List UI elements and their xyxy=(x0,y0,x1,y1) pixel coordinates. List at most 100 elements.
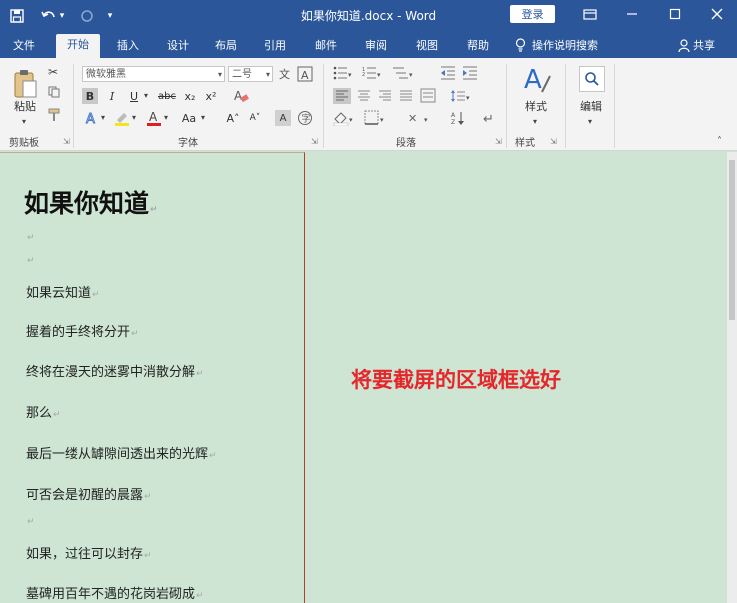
align-center-icon[interactable] xyxy=(356,88,372,108)
styles-launcher-icon[interactable]: ⇲ xyxy=(550,137,557,146)
enclose-character-icon[interactable]: 字 xyxy=(297,110,313,130)
font-size-dropdown-icon[interactable]: ▾ xyxy=(266,67,270,83)
maximize-icon[interactable] xyxy=(655,0,695,28)
svg-text:▾: ▾ xyxy=(409,71,413,79)
svg-text:A: A xyxy=(234,89,243,103)
styles-button-label[interactable]: 样式 xyxy=(518,98,554,114)
show-marks-icon[interactable]: ↵ xyxy=(482,110,496,130)
close-icon[interactable] xyxy=(697,0,737,28)
font-color-dropdown-icon[interactable]: ▾ xyxy=(164,110,168,126)
document-heading[interactable]: 如果你知道↵ xyxy=(24,184,158,220)
login-button[interactable]: 登录 xyxy=(510,5,555,23)
cut-icon[interactable]: ✂ xyxy=(48,64,58,80)
save-icon[interactable] xyxy=(6,5,28,27)
line-spacing-icon[interactable]: ▾ xyxy=(450,88,470,108)
justify-icon[interactable] xyxy=(398,88,414,108)
text-effects-icon[interactable]: A xyxy=(84,110,100,130)
document-line[interactable]: 握着的手终将分开↵ xyxy=(26,321,139,340)
change-case-button[interactable]: Aa xyxy=(178,110,200,126)
tab-view[interactable]: 视图 xyxy=(409,36,445,58)
document-line[interactable]: 终将在漫天的迷雾中消散分解↵ xyxy=(26,361,204,380)
strikethrough-button[interactable]: abc xyxy=(156,88,178,104)
increase-indent-icon[interactable] xyxy=(462,66,478,84)
document-line[interactable]: ↵ xyxy=(26,513,35,528)
distributed-icon[interactable] xyxy=(420,88,436,108)
document-line[interactable]: 墓碑用百年不遇的花岗岩砌成↵ xyxy=(26,583,204,602)
scrollbar-thumb[interactable] xyxy=(729,160,735,320)
format-painter-icon[interactable] xyxy=(48,108,60,126)
tab-mailings[interactable]: 邮件 xyxy=(308,36,344,58)
tell-me-search[interactable]: 操作说明搜索 xyxy=(515,37,598,53)
italic-button[interactable]: I xyxy=(104,88,120,104)
document-line[interactable]: ↵ xyxy=(26,252,35,267)
paragraph-mark: ↵ xyxy=(92,290,100,300)
character-shading-button[interactable]: A xyxy=(275,110,291,126)
collapse-ribbon-icon[interactable]: ˄ xyxy=(717,134,722,150)
chinese-layout-icon[interactable]: ✕ ▾ xyxy=(408,110,432,130)
tab-design[interactable]: 设计 xyxy=(160,36,196,58)
align-right-icon[interactable] xyxy=(377,88,393,108)
clear-formatting-icon[interactable]: A xyxy=(233,88,249,108)
sort-icon[interactable]: AZ xyxy=(450,110,466,130)
superscript-button[interactable]: x² xyxy=(203,88,219,104)
text-effects-dropdown-icon[interactable]: ▾ xyxy=(101,110,105,126)
tab-review[interactable]: 审阅 xyxy=(358,36,394,58)
find-icon[interactable] xyxy=(579,66,605,92)
shrink-font-button[interactable]: A˅ xyxy=(246,110,264,126)
document-line-text: 那么 xyxy=(26,406,53,421)
subscript-button[interactable]: x₂ xyxy=(182,88,198,104)
tab-help[interactable]: 帮助 xyxy=(460,36,496,58)
character-border-icon[interactable]: A xyxy=(297,66,313,86)
customize-toolbar-icon[interactable]: ▾ xyxy=(104,5,116,27)
font-color-icon[interactable]: A xyxy=(146,110,162,130)
phonetic-guide-icon[interactable]: 文 xyxy=(277,66,291,84)
tab-layout[interactable]: 布局 xyxy=(208,36,244,58)
highlight-icon[interactable] xyxy=(114,110,130,130)
share-button[interactable]: 共享 xyxy=(678,37,715,53)
shading-icon[interactable]: ▾ xyxy=(333,110,355,130)
change-case-dropdown-icon[interactable]: ▾ xyxy=(201,110,205,126)
document-line[interactable]: 那么↵ xyxy=(26,402,61,421)
tab-references[interactable]: 引用 xyxy=(257,36,293,58)
tab-insert[interactable]: 插入 xyxy=(110,36,146,58)
redo-icon[interactable] xyxy=(76,5,98,27)
document-line[interactable]: 如果，过往可以封存↵ xyxy=(26,543,152,562)
document-line[interactable]: 如果云知道↵ xyxy=(26,282,100,301)
underline-dropdown-icon[interactable]: ▾ xyxy=(144,88,148,104)
grow-font-button[interactable]: A˄ xyxy=(224,110,242,126)
editing-dropdown-icon[interactable]: ▾ xyxy=(588,114,592,130)
font-size-combo[interactable]: 二号 ▾ xyxy=(228,66,273,82)
numbering-icon[interactable]: 1 2 ▾ xyxy=(362,66,382,84)
clipboard-launcher-icon[interactable]: ⇲ xyxy=(63,137,70,146)
tab-home[interactable]: 开始 xyxy=(56,34,100,58)
multilevel-list-icon[interactable]: ▾ xyxy=(392,66,414,84)
paste-dropdown-icon[interactable]: ▾ xyxy=(22,114,26,130)
highlight-dropdown-icon[interactable]: ▾ xyxy=(132,110,136,126)
underline-button[interactable]: U xyxy=(126,88,142,104)
decrease-indent-icon[interactable] xyxy=(440,66,456,84)
align-left-icon[interactable] xyxy=(333,88,351,104)
paragraph-mark: ↵ xyxy=(27,517,35,527)
styles-dropdown-icon[interactable]: ▾ xyxy=(533,114,537,130)
undo-dropdown-icon[interactable]: ▾ xyxy=(56,5,68,27)
ribbon-display-options-icon[interactable] xyxy=(570,0,610,28)
paste-label[interactable]: 粘贴 xyxy=(8,98,42,114)
document-line[interactable]: 可否会是初醒的晨露↵ xyxy=(26,484,152,503)
svg-text:文: 文 xyxy=(279,67,290,80)
minimize-icon[interactable] xyxy=(612,0,652,28)
borders-icon[interactable]: ▾ xyxy=(364,110,386,130)
tell-me-label: 操作说明搜索 xyxy=(532,39,598,52)
paragraph-group-label: 段落 xyxy=(396,138,416,149)
styles-icon[interactable]: A xyxy=(522,64,552,100)
font-name-dropdown-icon[interactable]: ▾ xyxy=(218,67,222,83)
font-launcher-icon[interactable]: ⇲ xyxy=(311,137,318,146)
bullets-icon[interactable]: ▾ xyxy=(333,66,353,84)
document-line[interactable]: ↵ xyxy=(26,229,35,244)
bold-button[interactable]: B xyxy=(82,88,98,104)
document-line[interactable]: 最后一缕从罅隙间透出来的光辉↵ xyxy=(26,443,217,462)
copy-icon[interactable] xyxy=(48,86,60,102)
font-name-combo[interactable]: 微软雅黑 ▾ xyxy=(82,66,225,82)
paragraph-launcher-icon[interactable]: ⇲ xyxy=(495,137,502,146)
editing-button-label[interactable]: 编辑 xyxy=(573,98,609,114)
tab-file[interactable]: 文件 xyxy=(6,36,42,58)
